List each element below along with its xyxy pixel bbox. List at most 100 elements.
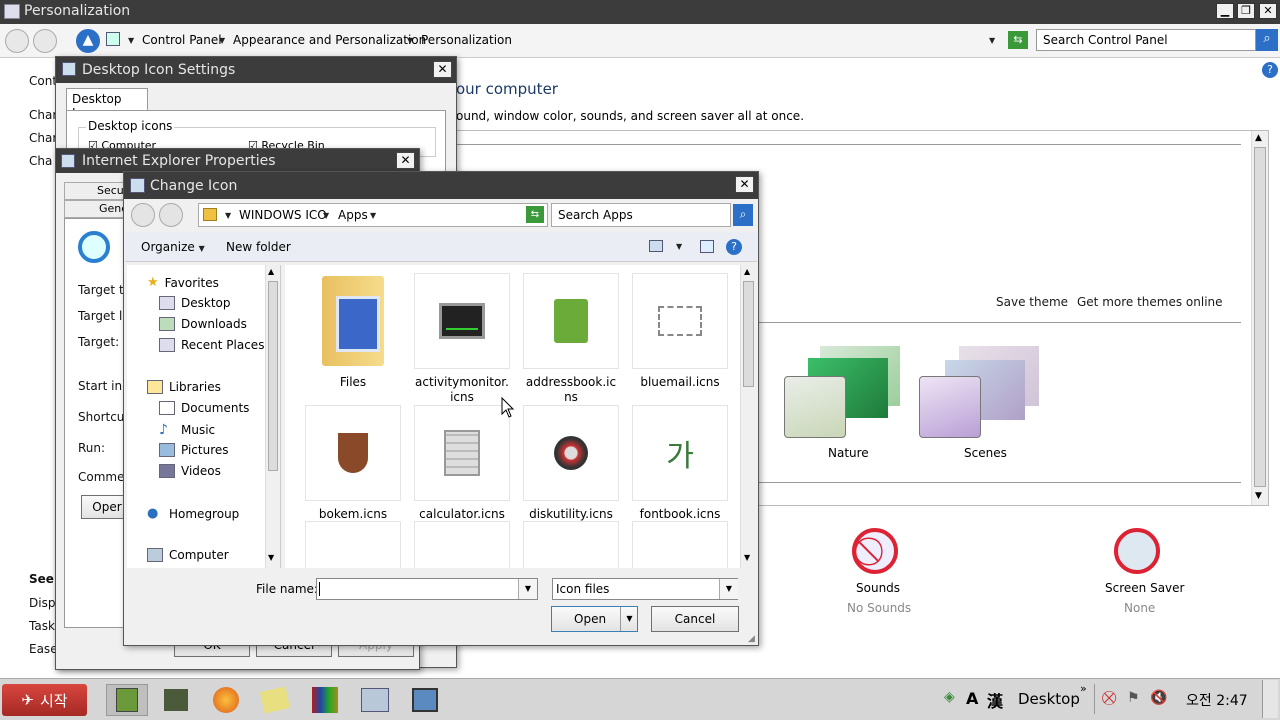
- input-mode-english[interactable]: A: [966, 689, 978, 708]
- chevron-down-icon[interactable]: ▼: [219, 36, 225, 45]
- maximize-button[interactable]: ❐: [1237, 3, 1255, 19]
- nav-music[interactable]: ♪ Music: [159, 422, 215, 438]
- taskbar-app-winrar[interactable]: [304, 684, 346, 716]
- file-scrollbar[interactable]: ▲ ▼: [740, 265, 756, 568]
- file-name-input[interactable]: ▼: [316, 578, 538, 600]
- view-icon[interactable]: [649, 240, 663, 252]
- nav-documents[interactable]: Documents: [159, 401, 249, 415]
- new-folder-button[interactable]: New folder: [226, 240, 291, 254]
- file-type-select[interactable]: Icon files ▼: [552, 578, 738, 600]
- close-button[interactable]: ✕: [396, 152, 415, 169]
- help-icon[interactable]: ?: [1262, 62, 1278, 78]
- network-icon[interactable]: ⛒: [1102, 690, 1116, 706]
- volume-muted-icon[interactable]: 🔇: [1150, 690, 1167, 706]
- sidebar-item[interactable]: Char: [29, 131, 57, 145]
- file-item-addressbook[interactable]: addressbook.icns: [523, 273, 619, 405]
- tab-general[interactable]: Gene: [64, 200, 128, 218]
- search-apps-input[interactable]: Search Apps: [551, 203, 731, 227]
- scroll-up-icon[interactable]: ▲: [744, 267, 750, 276]
- file-item-diskutility[interactable]: diskutility.icns: [523, 405, 619, 522]
- save-theme-link[interactable]: Save theme: [996, 295, 1068, 309]
- refresh-icon[interactable]: ⇆: [526, 206, 544, 223]
- file-item-bluemail[interactable]: bluemail.icns: [632, 273, 728, 390]
- start-button[interactable]: ✈ 시작: [2, 684, 87, 716]
- address-dropdown-icon[interactable]: ▼: [989, 36, 995, 45]
- scroll-down-icon[interactable]: ▼: [744, 553, 750, 562]
- file-item-partial[interactable]: [414, 521, 510, 568]
- search-icon[interactable]: ⌕: [1256, 29, 1278, 51]
- file-item-bokem[interactable]: bokem.icns: [305, 405, 401, 522]
- file-item-files[interactable]: Files: [305, 273, 401, 390]
- cancel-button[interactable]: Cancel: [651, 606, 739, 632]
- taskbar-app-screen[interactable]: [404, 684, 446, 716]
- language-bar-icon[interactable]: ◈: [944, 689, 955, 705]
- clock[interactable]: 오전 2:47: [1186, 690, 1248, 710]
- nav-favorites[interactable]: ★ Favorites: [147, 275, 219, 290]
- forward-button[interactable]: [33, 29, 57, 53]
- scroll-down-icon[interactable]: ▼: [1255, 491, 1262, 501]
- chevron-down-icon[interactable]: ▼: [407, 36, 413, 45]
- crumb-appearance[interactable]: Appearance and Personalization: [233, 33, 426, 47]
- scroll-thumb[interactable]: [1254, 147, 1266, 487]
- tab-desktop-icons[interactable]: Desktop Icons: [66, 88, 148, 120]
- nav-recent-places[interactable]: Recent Places: [159, 338, 264, 352]
- file-item-fontbook[interactable]: 가 fontbook.icns: [632, 405, 728, 522]
- screen-saver-label[interactable]: Screen Saver: [1105, 581, 1184, 595]
- back-button[interactable]: [5, 29, 29, 53]
- see-also-item[interactable]: Task: [29, 619, 55, 633]
- nav-downloads[interactable]: Downloads: [159, 317, 247, 331]
- help-icon[interactable]: ?: [726, 239, 742, 255]
- get-more-themes-link[interactable]: Get more themes online: [1077, 295, 1223, 309]
- close-button[interactable]: ✕: [1259, 3, 1277, 19]
- show-desktop-button[interactable]: [1262, 680, 1278, 718]
- chevron-down-icon[interactable]: ▼: [128, 36, 134, 45]
- nav-pictures[interactable]: Pictures: [159, 443, 229, 457]
- minimize-button[interactable]: ▁: [1216, 3, 1234, 19]
- desktop-toolbar-label[interactable]: Desktop: [1018, 690, 1080, 708]
- hanja-mode[interactable]: 漢: [987, 688, 1003, 712]
- taskbar-app-firefox[interactable]: [205, 684, 247, 716]
- nav-homegroup[interactable]: ● Homegroup: [147, 506, 239, 521]
- close-button[interactable]: ✕: [735, 176, 754, 193]
- nav-libraries[interactable]: Libraries: [147, 380, 221, 394]
- chevron-down-icon[interactable]: ▼: [719, 579, 738, 599]
- toolbar-overflow-icon[interactable]: »: [1080, 682, 1087, 695]
- screen-saver-icon[interactable]: [1114, 528, 1160, 574]
- path-bar[interactable]: ▼ WINDOWS ICO ▼ Apps ▼ ▼: [198, 203, 548, 227]
- file-item-partial[interactable]: [305, 521, 401, 568]
- forward-button[interactable]: [159, 203, 183, 227]
- nav-videos[interactable]: Videos: [159, 464, 221, 478]
- resize-grip[interactable]: ◢: [748, 634, 755, 644]
- file-item-calculator[interactable]: calculator.icns: [414, 405, 510, 522]
- taskbar-app-movie-maker[interactable]: [155, 684, 197, 716]
- theme-scrollbar[interactable]: ▲ ▼: [1251, 131, 1268, 505]
- chevron-down-icon[interactable]: ▼: [225, 211, 231, 220]
- file-item-partial[interactable]: [523, 521, 619, 568]
- chevron-down-icon[interactable]: ▼: [323, 211, 329, 220]
- crumb-control-panel[interactable]: Control Panel: [142, 33, 222, 47]
- refresh-icon[interactable]: ⇆: [1008, 31, 1028, 49]
- sounds-label[interactable]: Sounds: [856, 581, 900, 595]
- nav-scrollbar[interactable]: ▲ ▼: [265, 265, 280, 568]
- taskbar-app-notes[interactable]: [254, 684, 296, 716]
- path-windows-ico[interactable]: WINDOWS ICO: [239, 208, 327, 222]
- nav-computer[interactable]: Computer: [147, 548, 229, 562]
- open-button[interactable]: Open ▼: [551, 606, 638, 632]
- path-apps[interactable]: Apps: [338, 208, 368, 222]
- organize-button[interactable]: Organize ▼: [141, 240, 205, 254]
- tab-security[interactable]: Secur: [64, 182, 128, 200]
- search-icon[interactable]: ⌕: [733, 204, 753, 226]
- search-control-panel-input[interactable]: Search Control Panel: [1036, 29, 1256, 51]
- sounds-icon[interactable]: ⃠: [852, 528, 898, 574]
- theme-scenes[interactable]: [915, 340, 1045, 440]
- see-also-item[interactable]: Ease: [29, 642, 58, 656]
- file-item-activitymonitor[interactable]: activitymonitor.icns: [414, 273, 510, 405]
- scroll-up-icon[interactable]: ▲: [268, 267, 274, 276]
- action-center-icon[interactable]: ⚑: [1127, 690, 1140, 706]
- chevron-down-icon[interactable]: ▼: [620, 607, 638, 631]
- view-dropdown-icon[interactable]: ▼: [676, 242, 682, 251]
- sidebar-item[interactable]: Char: [29, 108, 57, 122]
- crumb-personalization[interactable]: Personalization: [421, 33, 512, 47]
- see-also-item[interactable]: Disp: [29, 596, 55, 610]
- taskbar-app-personalization[interactable]: [106, 684, 148, 716]
